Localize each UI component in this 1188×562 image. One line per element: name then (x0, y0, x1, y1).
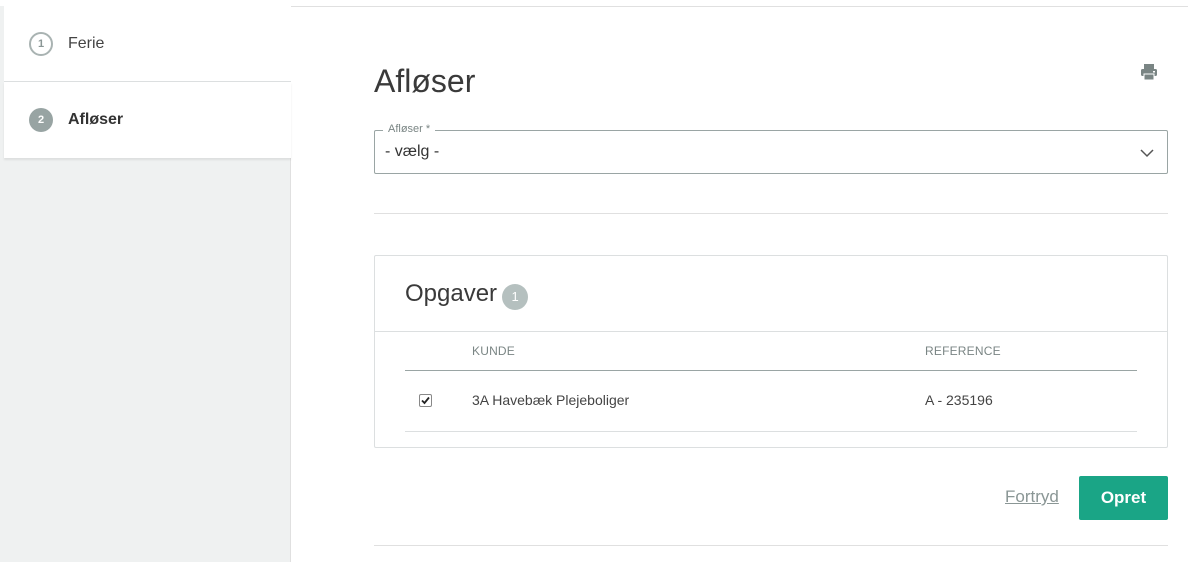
print-icon[interactable] (1139, 62, 1159, 82)
page-title: Afløser (374, 63, 476, 99)
step-afloser[interactable]: 2 Afløser (4, 82, 291, 158)
table-header-row: KUNDE REFERENCE (405, 332, 1137, 371)
main-content: Afløser Afløser * - vælg - Opgaver 1 KUN… (374, 0, 1168, 562)
tasks-count-badge: 1 (502, 283, 529, 310)
step-label: Ferie (68, 34, 105, 52)
create-button[interactable]: Opret (1079, 476, 1168, 520)
section-divider (374, 213, 1168, 214)
step-label: Afløser (68, 111, 124, 128)
tasks-header: Opgaver 1 (375, 256, 1167, 332)
wizard-sidebar: 1 Ferie 2 Afløser (0, 6, 291, 562)
column-header-reference[interactable]: REFERENCE (925, 344, 1001, 358)
afloser-select[interactable]: Afløser * - vælg - (374, 123, 1168, 174)
afloser-select-label: Afløser * (383, 123, 436, 135)
chevron-down-icon (1139, 145, 1155, 161)
step-number-badge: 2 (29, 108, 53, 132)
tasks-title: Opgaver (405, 279, 498, 307)
tasks-table: KUNDE REFERENCE 3A Havebæk Plejeboliger … (405, 332, 1137, 432)
afloser-select-value: - vælg - (385, 143, 440, 160)
column-header-kunde[interactable]: KUNDE (472, 344, 515, 358)
footer-divider (374, 545, 1168, 546)
cell-kunde: 3A Havebæk Plejeboliger (472, 392, 630, 408)
tasks-card: Opgaver 1 KUNDE REFERENCE 3A Havebæk Ple… (374, 255, 1168, 448)
checkmark-icon (421, 396, 430, 405)
table-row: 3A Havebæk Plejeboliger A - 235196 (405, 371, 1137, 432)
step-number-badge: 1 (29, 31, 53, 56)
cancel-link[interactable]: Fortryd (1005, 487, 1059, 507)
step-ferie[interactable]: 1 Ferie (4, 6, 291, 82)
cell-reference: A - 235196 (925, 392, 993, 408)
row-checkbox[interactable] (419, 394, 432, 407)
